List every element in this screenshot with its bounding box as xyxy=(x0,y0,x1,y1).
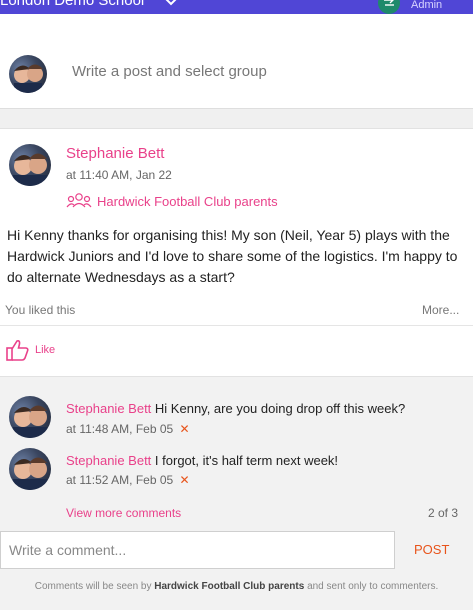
comment-timestamp-row: at 11:52 AM, Feb 05 ✕ xyxy=(66,473,190,487)
comment-body: Hi Kenny, are you doing drop off this we… xyxy=(154,401,406,416)
comment-body: I forgot, it's half term next week! xyxy=(154,453,339,468)
note-prefix: Comments will be seen by xyxy=(34,581,152,592)
comment-timestamp-row: at 11:48 AM, Feb 05 ✕ xyxy=(66,422,190,436)
post-body: Hi Kenny thanks for organising this! My … xyxy=(7,227,458,285)
post-timestamp: at 11:40 AM, Jan 22 xyxy=(66,168,172,182)
section-divider xyxy=(0,109,473,129)
comment-timestamp: at 11:52 AM, Feb 05 xyxy=(66,473,174,487)
post-author[interactable]: Stephanie Bett xyxy=(66,145,164,162)
more-button[interactable]: More... xyxy=(422,303,459,317)
post-group-link[interactable]: Hardwick Football Club parents xyxy=(97,194,278,209)
comment-count: 2 of 3 xyxy=(428,506,459,520)
view-more-comments-link[interactable]: View more comments xyxy=(66,506,181,520)
school-name[interactable]: London Demo School xyxy=(0,0,144,9)
swap-arrows-icon xyxy=(384,0,394,6)
comment-timestamp: at 11:48 AM, Feb 05 xyxy=(66,422,174,436)
comment-text: Stephanie Bett I forgot, it's half term … xyxy=(66,453,338,468)
comment-input[interactable]: Write a comment... xyxy=(0,531,395,569)
like-button[interactable]: Like xyxy=(35,344,55,356)
delete-comment-icon[interactable]: ✕ xyxy=(180,422,190,436)
comment-text: Stephanie Bett Hi Kenny, are you doing d… xyxy=(66,401,405,416)
chevron-down-icon[interactable] xyxy=(163,0,179,10)
note-suffix: and sent only to commenters. xyxy=(307,581,439,592)
avatar xyxy=(9,396,51,438)
top-bar: London Demo School Admin xyxy=(0,0,473,14)
composer-input[interactable]: Write a post and select group xyxy=(72,63,267,80)
note-group: Hardwick Football Club parents xyxy=(154,581,305,592)
post-composer[interactable]: Write a post and select group xyxy=(0,38,473,109)
avatar xyxy=(9,448,51,490)
visibility-note: Comments will be seen by Hardwick Footba… xyxy=(0,579,473,594)
thumbs-up-icon[interactable] xyxy=(6,338,30,362)
comment-author[interactable]: Stephanie Bett xyxy=(66,453,151,468)
post-comment-button[interactable]: POST xyxy=(414,542,449,557)
avatar xyxy=(9,55,47,93)
avatar xyxy=(9,144,51,186)
comment-author[interactable]: Stephanie Bett xyxy=(66,401,151,416)
delete-comment-icon[interactable]: ✕ xyxy=(180,473,190,487)
admin-label[interactable]: Admin xyxy=(411,0,442,11)
liked-status: You liked this xyxy=(5,303,76,317)
divider xyxy=(0,325,473,326)
group-icon xyxy=(66,193,92,208)
